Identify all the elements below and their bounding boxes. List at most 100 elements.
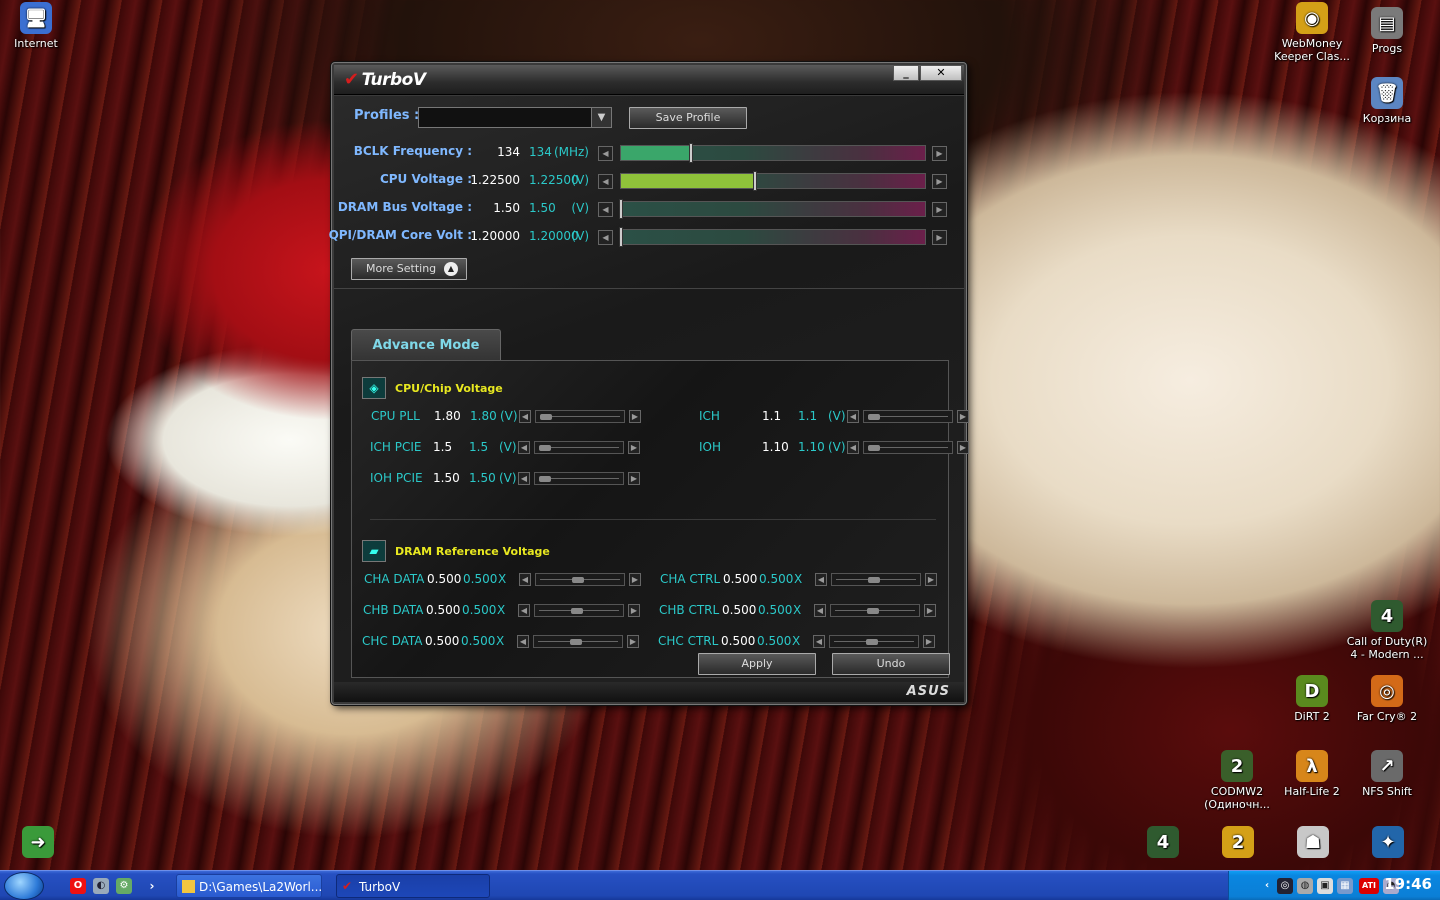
- opera-icon[interactable]: O: [70, 878, 86, 894]
- slider-thumb[interactable]: [571, 577, 584, 583]
- setting-label: ICH PCIE: [370, 440, 422, 454]
- chevron-down-icon[interactable]: ▼: [591, 108, 611, 127]
- apply-button[interactable]: Apply: [698, 653, 816, 675]
- slider-thumb[interactable]: [569, 639, 582, 645]
- taskbar-task[interactable]: D:\Games\La2Worl...: [176, 874, 322, 898]
- more-setting-button[interactable]: More Setting ▲: [351, 258, 467, 280]
- network-icon[interactable]: ⚙: [116, 878, 132, 894]
- tab-advance-mode[interactable]: Advance Mode: [351, 329, 501, 361]
- setting-slider[interactable]: [619, 199, 926, 219]
- arrow-right-icon[interactable]: ▶: [932, 174, 947, 189]
- setting-slider[interactable]: [620, 171, 926, 191]
- arrow-left-icon[interactable]: ◀: [598, 230, 613, 245]
- slider-thumb[interactable]: [570, 608, 583, 614]
- arrow-left-icon[interactable]: ◀: [598, 202, 613, 217]
- slider-thumb[interactable]: [866, 608, 879, 614]
- arrow-right-icon[interactable]: ▶: [923, 635, 935, 648]
- headphones-icon[interactable]: ◐: [93, 878, 109, 894]
- setting-slider[interactable]: [620, 143, 926, 163]
- arrow-left-icon[interactable]: ◀: [813, 635, 825, 648]
- close-button[interactable]: ✕: [920, 65, 962, 81]
- arrow-left-icon[interactable]: ◀: [598, 174, 613, 189]
- arrow-left-icon[interactable]: ◀: [519, 410, 531, 423]
- slider-thumb[interactable]: [865, 639, 878, 645]
- setting-slider[interactable]: [533, 635, 623, 648]
- arrow-right-icon[interactable]: ▶: [957, 410, 969, 423]
- desktop-icon[interactable]: 4 Call of Duty(R) 4 - Modern ...: [1345, 600, 1429, 661]
- desktop-icon[interactable]: ◉ WebMoney Keeper Clas...: [1270, 2, 1354, 63]
- desktop-icon[interactable]: λ Half-Life 2: [1270, 750, 1354, 798]
- arrow-right-icon[interactable]: ▶: [629, 410, 641, 423]
- arrow-right-icon[interactable]: ▶: [932, 202, 947, 217]
- slider-thumb[interactable]: [540, 414, 552, 420]
- arrow-right-icon[interactable]: ▶: [628, 472, 640, 485]
- slider-thumb[interactable]: [539, 476, 551, 482]
- desktop-icon[interactable]: 🗑 Корзина: [1345, 77, 1429, 125]
- arrow-right-icon[interactable]: ▶: [932, 230, 947, 245]
- desktop-icon[interactable]: 🖥 Internet: [0, 2, 78, 50]
- slider-thumb[interactable]: [752, 171, 757, 191]
- arrow-left-icon[interactable]: ◀: [518, 604, 530, 617]
- arrow-left-icon[interactable]: ◀: [814, 604, 826, 617]
- title-bar[interactable]: ✔ TurboV _ ✕: [334, 65, 964, 95]
- desktop-icon[interactable]: ↗ NFS Shift: [1345, 750, 1429, 798]
- setting-slider[interactable]: [534, 441, 624, 454]
- setting-unit: (MHz): [553, 145, 589, 159]
- desktop-icon[interactable]: ▤ Progs: [1345, 7, 1429, 55]
- save-profile-button[interactable]: Save Profile: [629, 107, 747, 129]
- arrow-left-icon[interactable]: ◀: [519, 573, 531, 586]
- setting-slider[interactable]: [830, 604, 920, 617]
- desktop-icon[interactable]: 2 CODMW2 (Одиночн...: [1195, 750, 1279, 811]
- slider-thumb[interactable]: [868, 414, 880, 420]
- arrow-left-icon[interactable]: ◀: [847, 410, 859, 423]
- taskbar-task[interactable]: ✔ TurboV: [336, 874, 490, 898]
- slider-thumb[interactable]: [619, 199, 623, 219]
- setting-slider[interactable]: [619, 227, 926, 247]
- steam-icon[interactable]: ◎: [1277, 878, 1293, 894]
- arrow-left-icon[interactable]: ◀: [517, 635, 529, 648]
- tray-app-icon[interactable]: ◍: [1297, 878, 1313, 894]
- arrow-right-icon[interactable]: ▶: [629, 573, 641, 586]
- desktop-shortcut-icon[interactable]: ➜: [20, 826, 56, 861]
- setting-slider[interactable]: [535, 410, 625, 423]
- setting-slider[interactable]: [863, 441, 953, 454]
- desktop-shortcut-icon[interactable]: 4: [1145, 826, 1181, 861]
- ati-icon[interactable]: ATI: [1359, 878, 1379, 894]
- arrow-right-icon[interactable]: ▶: [627, 635, 639, 648]
- slider-thumb[interactable]: [868, 445, 880, 451]
- tray-monitor-icon[interactable]: ▣: [1317, 878, 1333, 894]
- setting-slider[interactable]: [831, 573, 921, 586]
- desktop-icon[interactable]: D DiRT 2: [1270, 675, 1354, 723]
- slider-thumb[interactable]: [867, 577, 880, 583]
- arrow-right-icon[interactable]: ▶: [628, 441, 640, 454]
- desktop-icon[interactable]: ◎ Far Cry® 2: [1345, 675, 1429, 723]
- arrow-left-icon[interactable]: ◀: [518, 441, 530, 454]
- start-button[interactable]: [4, 872, 44, 900]
- undo-button[interactable]: Undo: [832, 653, 950, 675]
- arrow-right-icon[interactable]: ▶: [957, 441, 969, 454]
- arrow-right-icon[interactable]: ▶: [628, 604, 640, 617]
- desktop-shortcut-icon[interactable]: ✦: [1370, 826, 1406, 861]
- desktop-shortcut-icon[interactable]: ☗: [1295, 826, 1331, 861]
- setting-slider[interactable]: [535, 573, 625, 586]
- profiles-dropdown[interactable]: ▼: [418, 107, 612, 128]
- setting-slider[interactable]: [534, 472, 624, 485]
- setting-slider[interactable]: [863, 410, 953, 423]
- minimize-button[interactable]: _: [893, 65, 919, 81]
- arrow-left-icon[interactable]: ◀: [518, 472, 530, 485]
- tray-network-icon[interactable]: ▦: [1337, 878, 1353, 894]
- slider-thumb[interactable]: [619, 227, 623, 247]
- arrow-right-icon[interactable]: ▶: [932, 146, 947, 161]
- arrow-right-icon[interactable]: ▶: [925, 573, 937, 586]
- arrow-left-icon[interactable]: ◀: [815, 573, 827, 586]
- slider-thumb[interactable]: [688, 143, 693, 163]
- arrow-left-icon[interactable]: ◀: [598, 146, 613, 161]
- slider-thumb[interactable]: [539, 445, 551, 451]
- chevron-left-icon[interactable]: ‹: [1259, 878, 1275, 894]
- chevron-right-icon[interactable]: ›: [144, 878, 160, 894]
- setting-slider[interactable]: [534, 604, 624, 617]
- arrow-right-icon[interactable]: ▶: [924, 604, 936, 617]
- desktop-shortcut-icon[interactable]: 2: [1220, 826, 1256, 861]
- setting-slider[interactable]: [829, 635, 919, 648]
- arrow-left-icon[interactable]: ◀: [847, 441, 859, 454]
